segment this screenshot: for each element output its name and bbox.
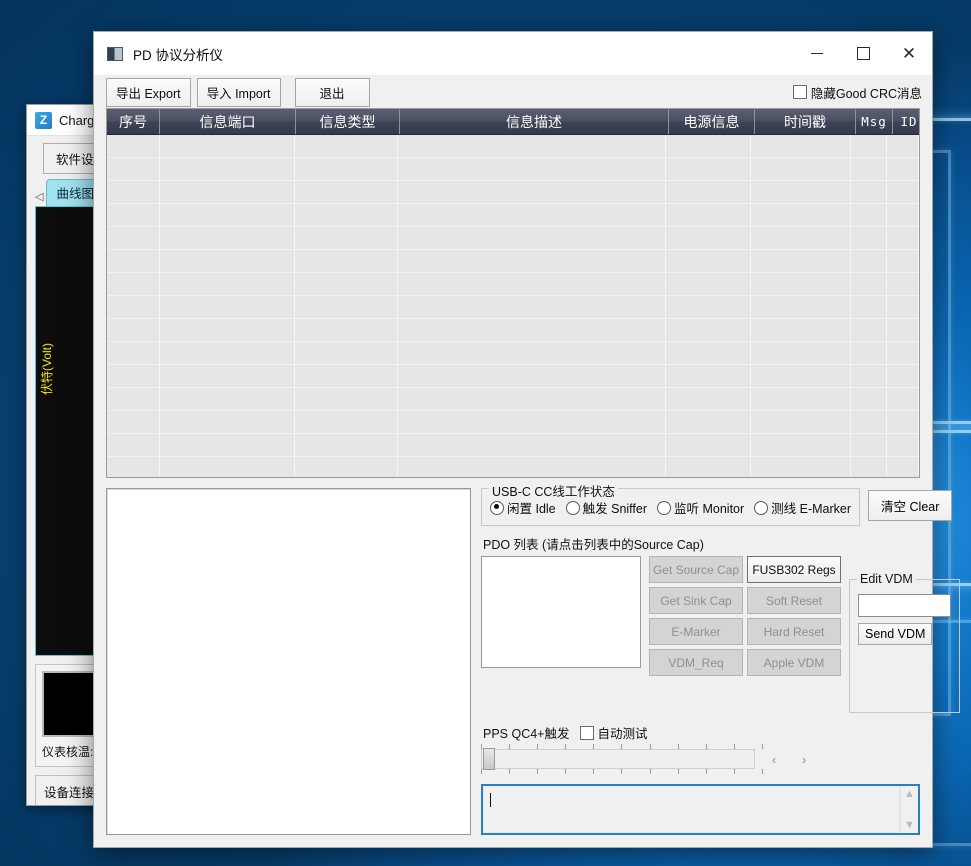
log-textarea-container[interactable]: ▲ ▼ [481,784,920,835]
pps-voltage-slider[interactable] [481,749,755,769]
slider-row: ‹ › [481,749,920,769]
clear-button[interactable]: 清空 Clear [868,490,952,521]
log-textarea[interactable] [483,786,900,833]
tab-scroll-left-icon[interactable]: ◁ [35,190,43,206]
pd-toolbar: 导出 Export 导入 Import 退出 隐藏Good CRC消息 [94,76,932,108]
pd-window-title: PD 协议分析仪 [133,44,794,64]
vdm-req-button[interactable]: VDM_Req [649,649,743,676]
pdo-list[interactable] [481,556,641,668]
radio-icon [566,501,580,515]
control-pane: USB-C CC线工作状态 闲置 Idle 触发 Sniffer 监听 M [481,488,920,835]
e-marker-button[interactable]: E-Marker [649,618,743,645]
radio-icon [490,501,504,515]
get-sink-cap-button[interactable]: Get Sink Cap [649,587,743,614]
radio-emarker-label: 测线 E-Marker [771,498,851,517]
table-empty-grid[interactable] [107,135,919,477]
table-column-divider [397,135,398,477]
chart-y-axis-title: 伏特(Volt) [38,343,55,395]
auto-test-checkbox[interactable]: 自动测试 [580,723,648,742]
table-column-divider [886,135,887,477]
column-header-power-info[interactable]: 电源信息 [669,109,755,135]
slider-ticks-bottom [481,769,763,774]
column-header-type[interactable]: 信息类型 [296,109,400,135]
close-button[interactable]: ✕ [886,33,932,75]
radio-monitor[interactable]: 监听 Monitor [657,498,744,517]
edit-vdm-group-label: Edit VDM [857,572,916,586]
close-icon: ✕ [902,45,916,62]
hard-reset-button[interactable]: Hard Reset [747,618,841,645]
radio-icon [754,501,768,515]
get-source-cap-button[interactable]: Get Source Cap [649,556,743,583]
auto-test-label: 自动测试 [598,723,648,742]
checkbox-icon [793,85,807,99]
slider-thumb[interactable] [483,748,495,770]
table-column-divider [918,135,919,477]
radio-sniffer[interactable]: 触发 Sniffer [566,498,647,517]
radio-idle-label: 闲置 Idle [507,498,556,517]
cc-status-group-label: USB-C CC线工作状态 [489,481,618,500]
cc-status-group: USB-C CC线工作状态 闲置 Idle 触发 Sniffer 监听 M [481,488,860,526]
export-button[interactable]: 导出 Export [106,78,191,107]
cc-status-row: USB-C CC线工作状态 闲置 Idle 触发 Sniffer 监听 M [481,488,920,526]
radio-idle[interactable]: 闲置 Idle [490,498,556,517]
soft-reset-button[interactable]: Soft Reset [747,587,841,614]
radio-emarker[interactable]: 测线 E-Marker [754,498,851,517]
radio-sniffer-label: 触发 Sniffer [583,498,647,517]
radio-icon [657,501,671,515]
message-table[interactable]: 序号 信息端口 信息类型 信息描述 电源信息 时间戳 Msg ID [106,108,920,478]
apple-vdm-button[interactable]: Apple VDM [747,649,841,676]
log-scrollbar[interactable]: ▲ ▼ [900,786,918,833]
column-header-description[interactable]: 信息描述 [400,109,669,135]
charger-logo-icon: Z [35,112,52,129]
table-column-divider [159,135,160,477]
table-column-divider [665,135,666,477]
column-header-id[interactable]: ID [893,109,921,135]
message-table-element: 序号 信息端口 信息类型 信息描述 电源信息 时间戳 Msg ID [107,109,920,135]
app-icon [107,47,123,61]
table-column-divider [294,135,295,477]
column-header-timestamp[interactable]: 时间戳 [755,109,856,135]
scroll-down-icon[interactable]: ▼ [904,819,915,831]
pd-command-buttons: Get Source Cap FUSB302 Regs Get Sink Cap… [649,556,841,676]
pd-window-titlebar[interactable]: PD 协议分析仪 ✕ [94,32,932,76]
background-window-title: Charg [59,113,94,128]
hide-goodcrc-label: 隐藏Good CRC消息 [811,83,922,102]
vdm-input[interactable] [858,594,951,617]
column-header-index[interactable]: 序号 [107,109,160,135]
scroll-up-icon[interactable]: ▲ [904,788,915,800]
pps-row: PPS QC4+触发 自动测试 [483,723,920,742]
checkbox-icon [580,726,594,740]
pdo-controls-row: Get Source Cap FUSB302 Regs Get Sink Cap… [481,556,920,713]
table-header-row: 序号 信息端口 信息类型 信息描述 电源信息 时间戳 Msg ID [107,109,920,135]
maximize-button[interactable] [840,33,886,75]
pd-analyzer-window[interactable]: PD 协议分析仪 ✕ 导出 Export 导入 Import 退出 隐藏Good… [93,31,933,848]
radio-monitor-label: 监听 Monitor [674,498,744,517]
fusb302-regs-button[interactable]: FUSB302 Regs [747,556,841,583]
hide-goodcrc-checkbox[interactable]: 隐藏Good CRC消息 [793,83,922,102]
import-button[interactable]: 导入 Import [197,78,281,107]
minimize-button[interactable] [794,33,840,75]
table-column-divider [850,135,851,477]
pd-lower-area: USB-C CC线工作状态 闲置 Idle 触发 Sniffer 监听 M [94,478,932,847]
pps-label: PPS QC4+触发 [483,723,570,742]
send-vdm-button[interactable]: Send VDM [858,623,932,645]
slider-next-button[interactable]: › [793,749,815,769]
minimize-icon [811,53,823,54]
detail-pane[interactable] [106,488,471,835]
edit-vdm-group: Edit VDM Send VDM [849,579,960,713]
slider-prev-button[interactable]: ‹ [763,749,785,769]
text-caret [490,793,491,807]
column-header-msg[interactable]: Msg [856,109,893,135]
maximize-icon [857,47,870,60]
column-header-port[interactable]: 信息端口 [160,109,296,135]
table-column-divider [750,135,751,477]
pdo-list-label: PDO 列表 (请点击列表中的Source Cap) [483,534,920,553]
exit-button[interactable]: 退出 [295,78,370,107]
pps-slider-block: ‹ › [481,744,920,774]
